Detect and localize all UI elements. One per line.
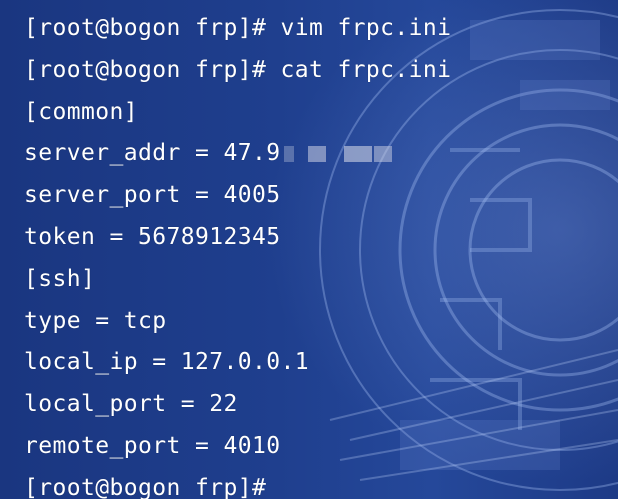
server-addr-text: server_addr = 47.9 xyxy=(24,140,281,167)
terminal-line: local_ip = 127.0.0.1 xyxy=(24,349,309,376)
terminal-line: [root@bogon frp]# cat frpc.ini xyxy=(24,56,452,83)
redacted-block xyxy=(308,145,327,162)
redacted-block xyxy=(284,145,295,162)
redacted-block xyxy=(344,145,373,162)
terminal-line: [ssh] xyxy=(24,265,96,292)
terminal-line: [root@bogon frp]# vim frpc.ini xyxy=(24,15,452,41)
terminal-line: type = tcp xyxy=(24,307,167,334)
terminal-output[interactable]: [root@bogon frp]# vim frpc.ini [root@bog… xyxy=(24,8,451,499)
terminal-line: server_port = 4005 xyxy=(24,182,281,209)
terminal-line-server-addr: server_addr = 47.9 xyxy=(24,133,451,175)
terminal-line: remote_port = 4010 xyxy=(24,432,281,459)
terminal-line: local_port = 22 xyxy=(24,391,238,418)
terminal-prompt[interactable]: [root@bogon frp]# xyxy=(24,468,451,499)
redacted-block xyxy=(374,145,393,162)
terminal-line: [common] xyxy=(24,98,138,125)
terminal-window[interactable]: [root@bogon frp]# vim frpc.ini [root@bog… xyxy=(0,0,618,499)
terminal-line: token = 5678912345 xyxy=(24,223,281,250)
